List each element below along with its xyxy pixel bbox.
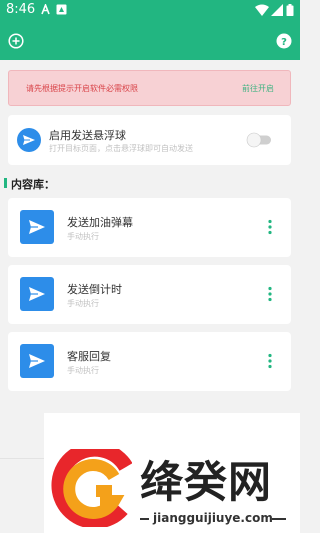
floating-ball-subtitle: 打开目标页面，点击悬浮球即可自动发送 bbox=[49, 144, 193, 153]
section-title: 内容库： bbox=[11, 178, 55, 191]
battery-icon bbox=[286, 4, 294, 16]
floating-ball-card: 启用发送悬浮球 打开目标页面，点击悬浮球即可自动发送 bbox=[8, 115, 291, 165]
notification-box-icon bbox=[56, 4, 67, 15]
section-accent-bar bbox=[4, 178, 7, 188]
signal-icon bbox=[271, 4, 283, 16]
app-header: 8:46 ? bbox=[0, 0, 300, 60]
notification-a-icon bbox=[41, 4, 50, 15]
item-title: 发送倒计时 bbox=[67, 283, 122, 296]
watermark-url: jiangguijiuye.com bbox=[153, 511, 273, 525]
send-icon bbox=[20, 277, 54, 311]
watermark-name: 绛癸网 bbox=[140, 458, 272, 508]
banner-message: 请先根据提示开启软件必需权限 bbox=[26, 84, 138, 93]
item-subtitle: 手动执行 bbox=[67, 299, 99, 308]
floating-ball-toggle[interactable] bbox=[246, 132, 273, 148]
status-time: 8:46 bbox=[6, 2, 36, 17]
help-icon[interactable]: ? bbox=[276, 33, 292, 49]
item-subtitle: 手动执行 bbox=[67, 366, 99, 375]
list-item[interactable]: 发送倒计时 手动执行 bbox=[8, 265, 291, 324]
list-item[interactable]: 发送加油弹幕 手动执行 bbox=[8, 198, 291, 257]
send-icon bbox=[17, 128, 41, 152]
more-vert-icon[interactable] bbox=[266, 353, 274, 369]
add-circle-icon[interactable] bbox=[8, 33, 24, 49]
watermark-logo bbox=[51, 449, 132, 527]
status-bar: 8:46 bbox=[0, 0, 300, 20]
svg-text:?: ? bbox=[281, 37, 287, 48]
send-icon bbox=[20, 210, 54, 244]
url-dash-right bbox=[272, 518, 286, 520]
more-vert-icon[interactable] bbox=[266, 219, 274, 235]
wifi-icon bbox=[255, 4, 269, 16]
more-vert-icon[interactable] bbox=[266, 286, 274, 302]
send-icon bbox=[20, 344, 54, 378]
divider bbox=[0, 458, 44, 459]
url-dash-left bbox=[140, 518, 149, 520]
item-title: 客服回复 bbox=[67, 350, 111, 363]
permission-banner: 请先根据提示开启软件必需权限 前往开启 bbox=[8, 70, 291, 106]
item-subtitle: 手动执行 bbox=[67, 232, 99, 241]
go-enable-link[interactable]: 前往开启 bbox=[242, 83, 274, 94]
floating-ball-title: 启用发送悬浮球 bbox=[49, 129, 126, 142]
item-title: 发送加油弹幕 bbox=[67, 216, 133, 229]
list-item[interactable]: 客服回复 手动执行 bbox=[8, 332, 291, 391]
